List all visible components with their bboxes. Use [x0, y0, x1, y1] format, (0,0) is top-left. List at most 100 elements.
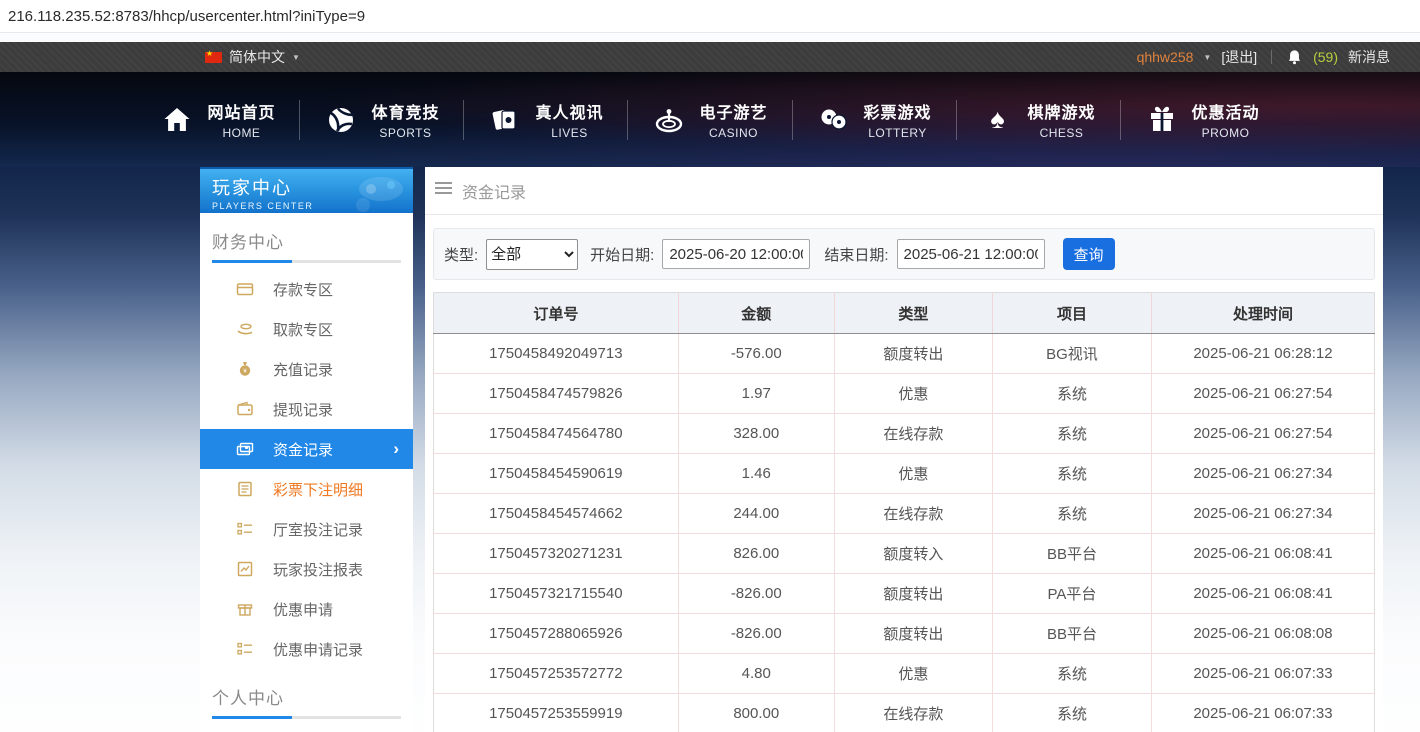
table-row: 1750457253572772 4.80 优惠 系统 2025-06-21 0… — [434, 654, 1375, 694]
playing-cards-icon — [488, 103, 522, 137]
topbar: 简体中文 ▼ qhhw258 ▼ [退出] (59) 新消息 — [0, 42, 1420, 72]
sidebar-item-player-bet-report[interactable]: 玩家投注报表 — [200, 549, 413, 589]
cell-amount: 1.97 — [678, 374, 834, 414]
nav-item-lottery[interactable]: 彩票游戏 LOTTERY — [793, 99, 956, 140]
end-date-input[interactable] — [897, 239, 1045, 269]
table-row: 1750458492049713 -576.00 额度转出 BG视讯 2025-… — [434, 334, 1375, 374]
url-text[interactable]: 216.118.235.52:8783/hhcp/usercenter.html… — [8, 8, 365, 25]
sidebar-item-deposit[interactable]: 存款专区 — [200, 269, 413, 309]
cell-process-time: 2025-06-21 06:08:41 — [1151, 574, 1374, 614]
sidebar-item-recharge-record[interactable]: ¥ 充值记录 — [200, 349, 413, 389]
cell-amount: 800.00 — [678, 694, 834, 732]
sidebar-item-label: 充值记录 — [273, 359, 333, 380]
col-amount: 金额 — [678, 293, 834, 334]
table-row: 1750457320271231 826.00 额度转入 BB平台 2025-0… — [434, 534, 1375, 574]
start-date-label: 开始日期: — [590, 244, 654, 265]
chevron-down-icon[interactable]: ▼ — [1203, 53, 1211, 62]
cell-type: 在线存款 — [834, 414, 992, 454]
nav-item-home[interactable]: 网站首页 HOME — [136, 99, 299, 140]
type-select[interactable]: 全部 — [486, 239, 578, 270]
hand-money-icon — [236, 320, 254, 338]
nav-item-casino[interactable]: 电子游艺 CASINO — [628, 99, 791, 140]
sidebar-item-promo-apply[interactable]: 优惠申请 — [200, 589, 413, 629]
nav-item-sports[interactable]: 体育竞技 SPORTS — [300, 99, 463, 140]
table-row: 1750457321715540 -826.00 额度转出 PA平台 2025-… — [434, 574, 1375, 614]
table-row: 1750458474579826 1.97 优惠 系统 2025-06-21 0… — [434, 374, 1375, 414]
language-selector[interactable]: 简体中文 ▼ — [205, 47, 300, 67]
sidebar-item-funds-record[interactable]: 资金记录 › — [200, 429, 413, 469]
type-label: 类型: — [444, 244, 478, 265]
wallet-icon — [236, 400, 254, 418]
new-messages-link[interactable]: 新消息 — [1348, 47, 1390, 67]
nav-label: 体育竞技 SPORTS — [371, 99, 439, 140]
section-underline — [212, 716, 401, 719]
cell-type: 额度转出 — [834, 614, 992, 654]
sidebar-item-partial[interactable] — [200, 725, 413, 732]
china-flag-icon — [205, 52, 222, 63]
funds-record-table: 订单号 金额 类型 项目 处理时间 1750458492049713 -576.… — [433, 292, 1375, 732]
nav-item-lives[interactable]: 真人视讯 LIVES — [464, 99, 627, 140]
sidebar-item-label: 厅室投注记录 — [273, 519, 363, 540]
col-project: 项目 — [992, 293, 1151, 334]
sidebar-item-label: 提现记录 — [273, 399, 333, 420]
sidebar-item-lottery-bet-detail[interactable]: 彩票下注明细 — [200, 469, 413, 509]
cell-type: 额度转出 — [834, 334, 992, 374]
section-underline — [212, 260, 401, 263]
sidebar-item-label: 存款专区 — [273, 279, 333, 300]
nav-label: 网站首页 HOME — [207, 99, 275, 140]
cell-type: 在线存款 — [834, 694, 992, 732]
cell-order-id: 1750457253559919 — [434, 694, 679, 732]
cell-process-time: 2025-06-21 06:27:54 — [1151, 414, 1374, 454]
cell-order-id: 1750458454590619 — [434, 454, 679, 494]
cell-project: 系统 — [992, 374, 1151, 414]
gift-icon — [1145, 103, 1179, 137]
cell-type: 优惠 — [834, 654, 992, 694]
sidebar-item-label: 取款专区 — [273, 319, 333, 340]
nav-item-promo[interactable]: 优惠活动 PROMO — [1121, 99, 1284, 140]
sidebar-item-withdrawal-record[interactable]: 提现记录 — [200, 389, 413, 429]
section-finance-center: 财务中心 — [200, 213, 413, 260]
cell-order-id: 1750458454574662 — [434, 494, 679, 534]
username-link[interactable]: qhhw258 — [1137, 49, 1194, 65]
col-type: 类型 — [834, 293, 992, 334]
sports-ball-icon — [324, 103, 358, 137]
nav-item-chess[interactable]: ♠ 棋牌游戏 CHESS — [957, 99, 1120, 140]
cell-project: PA平台 — [992, 574, 1151, 614]
nav-label: 彩票游戏 LOTTERY — [864, 99, 932, 140]
cell-process-time: 2025-06-21 06:27:34 — [1151, 454, 1374, 494]
chevron-down-icon: ▼ — [292, 53, 300, 62]
cell-project: 系统 — [992, 654, 1151, 694]
sidebar-item-label: 优惠申请 — [273, 599, 333, 620]
list-icon — [236, 640, 254, 658]
lottery-balls-icon — [817, 103, 851, 137]
sidebar-item-promo-apply-record[interactable]: 优惠申请记录 — [200, 629, 413, 669]
cell-amount: 1.46 — [678, 454, 834, 494]
start-date-input[interactable] — [662, 239, 810, 269]
sidebar-body: 财务中心 存款专区 取款专区 — [200, 213, 413, 732]
cell-order-id: 1750457321715540 — [434, 574, 679, 614]
cell-project: BB平台 — [992, 614, 1151, 654]
browser-url-bar[interactable]: 216.118.235.52:8783/hhcp/usercenter.html… — [0, 0, 1420, 32]
bell-icon[interactable] — [1286, 49, 1303, 66]
col-process-time: 处理时间 — [1151, 293, 1374, 334]
cell-order-id: 1750458474564780 — [434, 414, 679, 454]
sidebar-header: 玩家中心 PLAYERS CENTER — [200, 167, 413, 213]
cell-process-time: 2025-06-21 06:08:08 — [1151, 614, 1374, 654]
chevron-right-icon: › — [393, 439, 399, 459]
cell-project: 系统 — [992, 494, 1151, 534]
cell-project: 系统 — [992, 454, 1151, 494]
sidebar-item-hall-bet-record[interactable]: 厅室投注记录 — [200, 509, 413, 549]
cell-project: 系统 — [992, 414, 1151, 454]
cell-process-time: 2025-06-21 06:28:12 — [1151, 334, 1374, 374]
spade-icon: ♠ — [981, 103, 1015, 137]
sidebar-item-label: 玩家投注报表 — [273, 559, 363, 580]
cell-process-time: 2025-06-21 06:27:34 — [1151, 494, 1374, 534]
logout-button[interactable]: [退出] — [1221, 47, 1257, 67]
table-row: 1750457253559919 800.00 在线存款 系统 2025-06-… — [434, 694, 1375, 732]
search-button[interactable]: 查询 — [1063, 238, 1115, 270]
message-count[interactable]: (59) — [1313, 49, 1338, 65]
sidebar-item-withdraw[interactable]: 取款专区 — [200, 309, 413, 349]
cell-amount: 244.00 — [678, 494, 834, 534]
cell-amount: 328.00 — [678, 414, 834, 454]
table-row: 1750458454590619 1.46 优惠 系统 2025-06-21 0… — [434, 454, 1375, 494]
